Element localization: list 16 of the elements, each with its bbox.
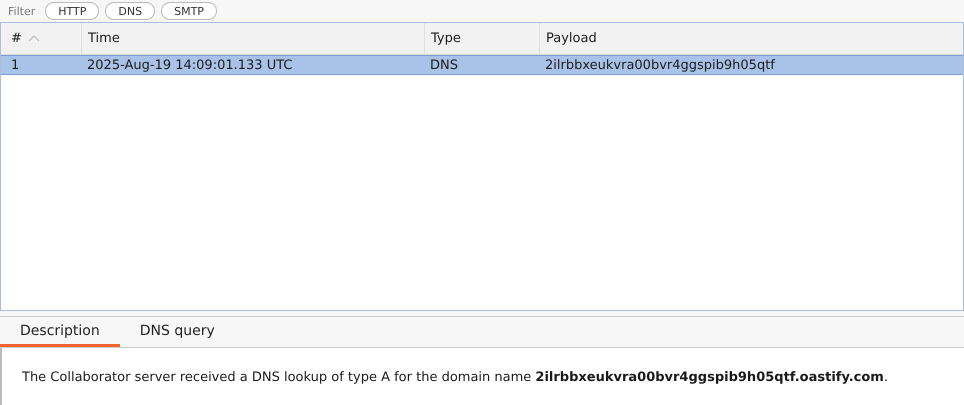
filter-label: Filter xyxy=(8,4,36,18)
table-cell-text: 2025-Aug-19 14:09:01.133 UTC xyxy=(86,58,294,72)
description-text: The Collaborator server received a DNS lookup of type A for the domain name 2ilrbbxeukvra00bvr4ggspib9h05qtf.oastify.com. xyxy=(22,370,889,385)
sort-ascending-icon xyxy=(28,35,40,42)
table-cell-text: 2ilrbbxeukvra00bvr4ggspib9h05qtf xyxy=(544,58,776,72)
table-row[interactable]: 1 2025-Aug-19 14:09:01.133 UTC DNS 2ilrbbxeukvra00bvr4ggspib9h05qtf xyxy=(1,55,963,75)
filter-chip[interactable]: DNS xyxy=(105,2,156,20)
column-header[interactable]: Time xyxy=(88,31,120,46)
column-header[interactable]: Type xyxy=(431,31,461,46)
column-header[interactable]: # xyxy=(11,31,22,46)
column-header[interactable]: Payload xyxy=(546,31,597,46)
filter-chip[interactable]: HTTP xyxy=(45,2,100,20)
table-cell-text: 1 xyxy=(10,58,20,72)
table-cell-text: DNS xyxy=(429,58,459,72)
filter-chip[interactable]: SMTP xyxy=(161,2,217,20)
tab[interactable]: DNS query xyxy=(120,317,235,347)
